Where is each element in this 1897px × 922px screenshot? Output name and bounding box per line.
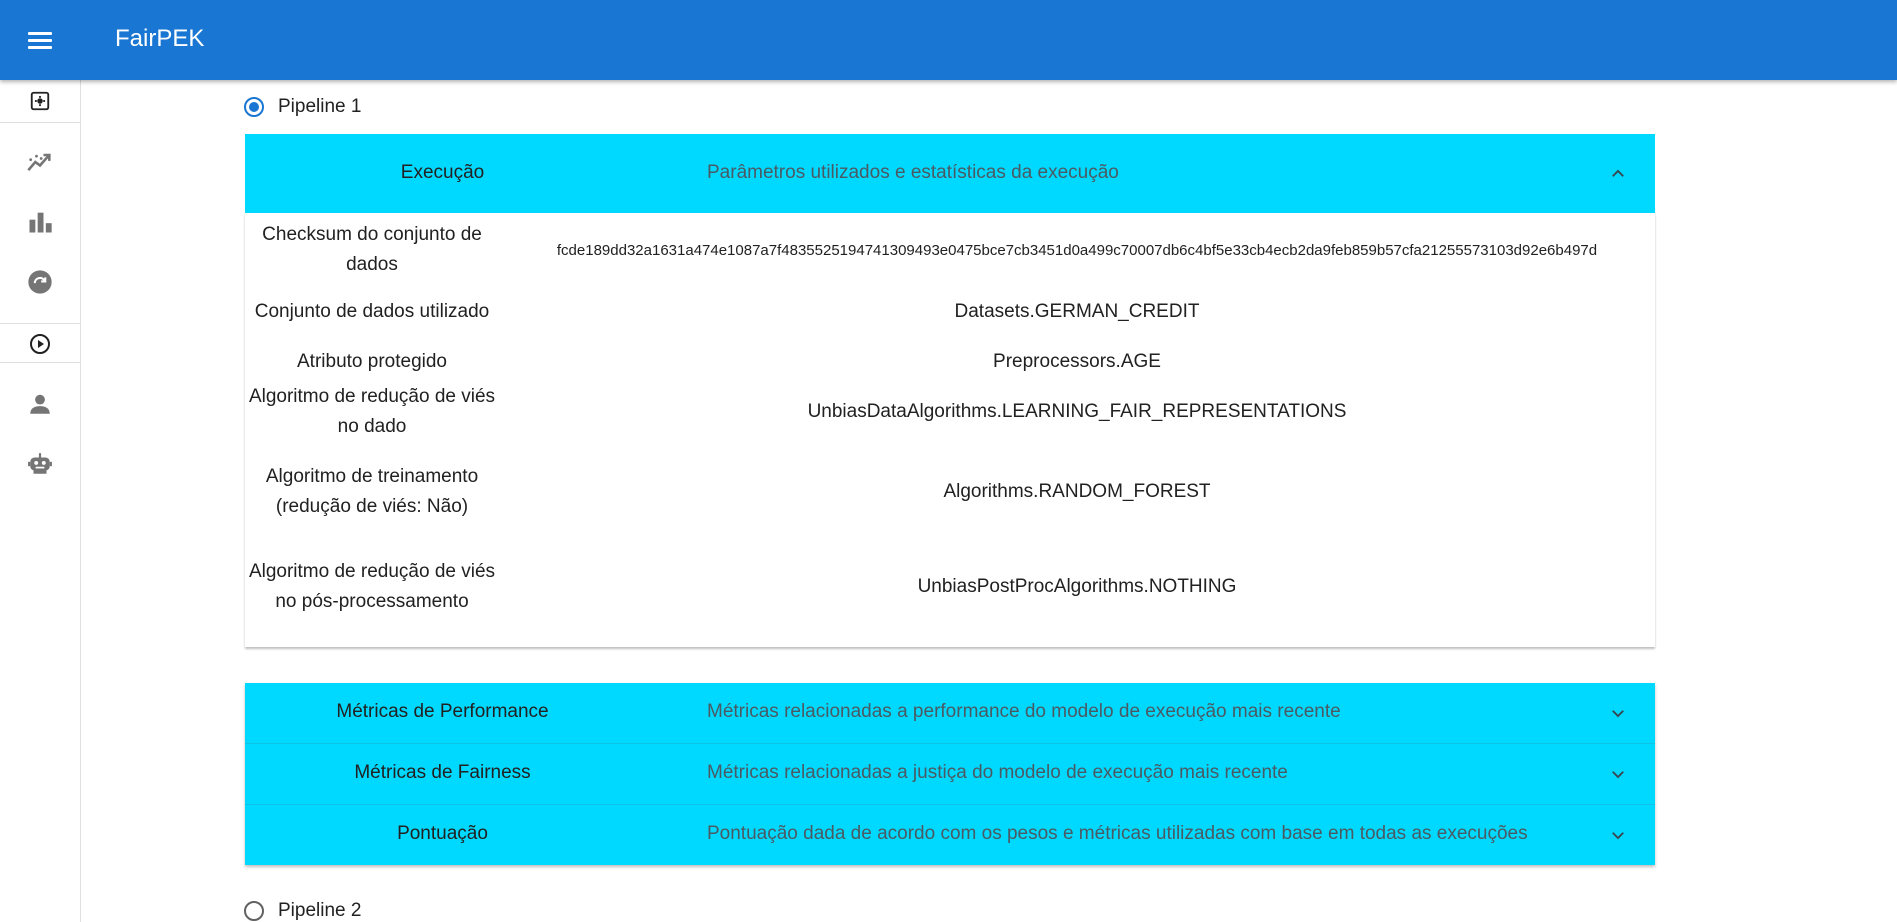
pipeline-label: Pipeline 1 bbox=[278, 96, 362, 117]
panel-title: Pontuação bbox=[397, 823, 488, 844]
panel-title: Execução bbox=[400, 162, 485, 183]
chevron-down-icon[interactable] bbox=[1609, 826, 1627, 844]
settings-box-icon bbox=[30, 91, 50, 111]
radio-unchecked-icon[interactable] bbox=[244, 901, 264, 921]
person-icon bbox=[30, 394, 50, 414]
refresh-circle-icon bbox=[28, 270, 52, 294]
param-row: Atributo protegido Preprocessors.AGE bbox=[245, 344, 1655, 380]
nav-drawer bbox=[0, 80, 81, 922]
pipeline-2-radio[interactable]: Pipeline 2 bbox=[244, 900, 361, 922]
panel-description: Métricas relacionadas a justiça do model… bbox=[707, 762, 1288, 783]
param-row: Algoritmo de treinamento (redução de vié… bbox=[245, 444, 1655, 539]
panel-title: Métricas de Performance bbox=[336, 701, 549, 722]
nav-item-run[interactable] bbox=[0, 324, 80, 364]
fairness-panel-header[interactable]: Métricas de Fairness Métricas relacionad… bbox=[245, 743, 1655, 804]
param-value: UnbiasPostProcAlgorithms.NOTHING bbox=[917, 576, 1237, 597]
param-key: Algoritmo de redução de viés no dado bbox=[248, 386, 496, 437]
menu-icon[interactable] bbox=[24, 28, 56, 54]
param-value: UnbiasDataAlgorithms.LEARNING_FAIR_REPRE… bbox=[807, 401, 1347, 422]
play-circle-icon bbox=[30, 334, 50, 354]
param-value: fcde189dd32a1631a474e1087a7f483552519474… bbox=[556, 241, 1598, 259]
radio-checked-icon[interactable] bbox=[244, 97, 264, 117]
param-key: Algoritmo de treinamento (redução de vié… bbox=[265, 465, 479, 517]
nav-item-refresh[interactable] bbox=[0, 262, 80, 302]
execucao-panel-body: Checksum do conjunto de dados fcde189dd3… bbox=[245, 213, 1655, 647]
execucao-panel-header[interactable]: Execução Parâmetros utilizados e estatís… bbox=[245, 134, 1655, 213]
chevron-down-icon[interactable] bbox=[1609, 765, 1627, 783]
panel-description: Parâmetros utilizados e estatísticas da … bbox=[707, 162, 1119, 183]
param-row: Conjunto de dados utilizado Datasets.GER… bbox=[245, 280, 1655, 344]
robot-icon bbox=[28, 453, 52, 474]
param-value: Algorithms.RANDOM_FOREST bbox=[943, 480, 1211, 502]
pontuacao-panel-header[interactable]: Pontuação Pontuação dada de acordo com o… bbox=[245, 804, 1655, 865]
performance-panel-header[interactable]: Métricas de Performance Métricas relacio… bbox=[245, 683, 1655, 743]
execucao-panel: Execução Parâmetros utilizados e estatís… bbox=[245, 134, 1655, 647]
panel-title: Métricas de Fairness bbox=[354, 762, 531, 783]
nav-divider bbox=[0, 362, 80, 363]
chevron-down-icon[interactable] bbox=[1609, 704, 1627, 722]
bar-chart-icon bbox=[29, 212, 52, 233]
panel-description: Métricas relacionadas a performance do m… bbox=[707, 701, 1341, 722]
chevron-up-icon[interactable] bbox=[1609, 165, 1627, 183]
nav-item-robot[interactable] bbox=[0, 444, 80, 484]
nav-item-settings[interactable] bbox=[0, 80, 80, 122]
panel-description: Pontuação dada de acordo com os pesos e … bbox=[707, 823, 1528, 844]
pipeline-1-radio[interactable]: Pipeline 1 bbox=[244, 96, 361, 118]
param-value: Preprocessors.AGE bbox=[993, 351, 1161, 372]
nav-item-user[interactable] bbox=[0, 384, 80, 424]
param-row: Algoritmo de redução de viés no pós-proc… bbox=[245, 539, 1655, 635]
param-key: Algoritmo de redução de viés no pós-proc… bbox=[248, 561, 496, 612]
app-title: FairPEK bbox=[115, 25, 205, 52]
nav-item-charts[interactable] bbox=[0, 202, 80, 242]
param-value: Datasets.GERMAN_CREDIT bbox=[954, 301, 1200, 322]
trending-up-icon bbox=[27, 153, 51, 172]
param-row: Checksum do conjunto de dados fcde189dd3… bbox=[245, 220, 1655, 280]
param-key: Checksum do conjunto de dados bbox=[262, 224, 482, 275]
param-key: Atributo protegido bbox=[297, 351, 447, 372]
app-bar: FairPEK bbox=[0, 0, 1897, 80]
pipeline-label: Pipeline 2 bbox=[278, 900, 362, 921]
param-row: Algoritmo de redução de viés no dado Unb… bbox=[245, 380, 1655, 444]
param-key: Conjunto de dados utilizado bbox=[254, 301, 490, 322]
nav-divider bbox=[0, 122, 80, 123]
metrics-panel-group: Métricas de Performance Métricas relacio… bbox=[245, 683, 1655, 865]
nav-item-trending[interactable] bbox=[0, 142, 80, 182]
